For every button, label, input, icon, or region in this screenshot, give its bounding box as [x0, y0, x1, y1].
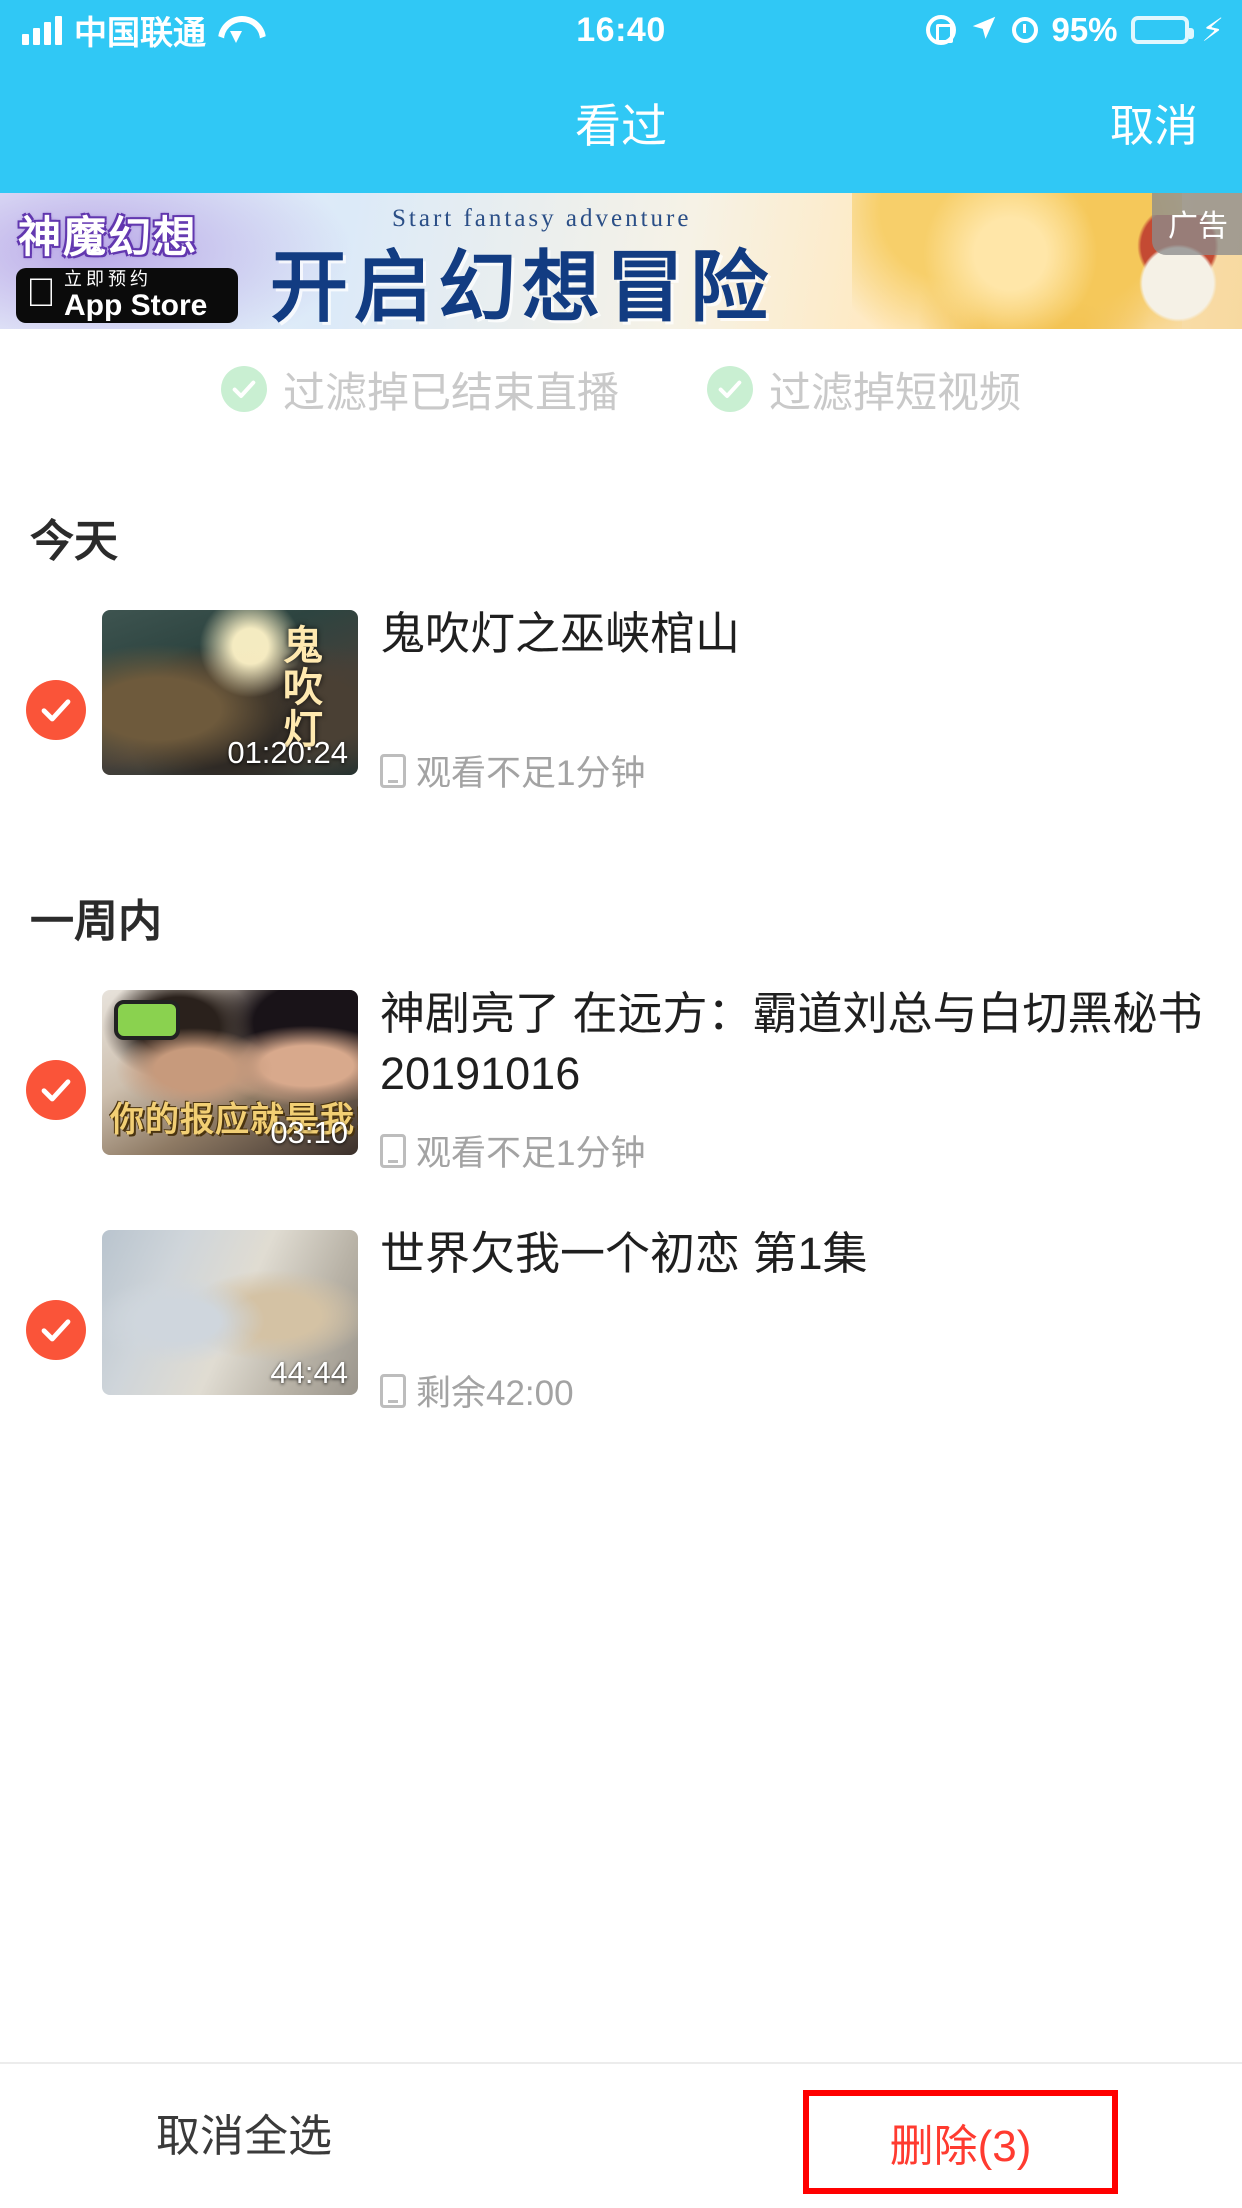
app-screen: 中国联通 16:40 95% ⚡ 看过 取消 神魔幻想 Start fantas… [0, 0, 1242, 2208]
filter-hide-short-video[interactable]: 过滤掉短视频 [707, 359, 1021, 420]
device-icon [380, 1133, 406, 1168]
row-select-checkbox[interactable] [26, 1060, 86, 1120]
apple-logo-icon:  [26, 273, 56, 313]
section-header-today: 今天 [30, 517, 118, 566]
alarm-icon [1012, 17, 1039, 43]
video-title: 世界欠我一个初恋 第1集 [380, 1228, 868, 1279]
filter-hide-ended-live[interactable]: 过滤掉已结束直播 [220, 359, 619, 420]
status-bar: 中国联通 16:40 95% ⚡ [0, 0, 1242, 60]
battery-icon [1130, 16, 1194, 44]
navigation-bar: 看过 取消 [0, 60, 1242, 193]
video-progress-meta: 观看不足1分钟 [380, 1125, 645, 1176]
charging-bolt-icon: ⚡ [1201, 12, 1224, 48]
check-circle-icon [707, 366, 753, 412]
video-thumbnail[interactable]: 44:44 [102, 1230, 358, 1395]
video-duration-label: 44:44 [270, 1355, 348, 1390]
section-header-this-week: 一周内 [30, 897, 162, 946]
filter-label: 过滤掉已结束直播 [282, 368, 619, 416]
video-progress-meta: 剩余42:00 [380, 1365, 574, 1416]
cancel-button[interactable]: 取消 [1110, 60, 1198, 193]
rotation-lock-icon [926, 15, 957, 45]
appstore-preorder-label: 立即预约 [34, 269, 148, 289]
video-progress-meta: 观看不足1分钟 [380, 745, 645, 796]
history-row-2[interactable]: 你的报应就是我! 03:10 神剧亮了 在远方：霸道刘总与白切黑秘书 20191… [0, 988, 1242, 1200]
device-icon [380, 753, 406, 788]
status-bar-right: 95% ⚡ [926, 11, 1224, 49]
video-progress-label: 观看不足1分钟 [416, 754, 646, 793]
history-row-3[interactable]: 44:44 世界欠我一个初恋 第1集 剩余42:00 [0, 1228, 1242, 1440]
appstore-badge-button[interactable]:  立即预约 App Store [16, 268, 238, 323]
deselect-all-button[interactable]: 取消全选 [156, 2064, 332, 2208]
appstore-label: App Store [34, 289, 207, 322]
bottom-action-bar: 取消全选 删除(3) [0, 2062, 1242, 2208]
ad-banner[interactable]: 神魔幻想 Start fantasy adventure 开启幻想冒险  立即… [0, 193, 1242, 329]
ad-game-logo: 神魔幻想 [18, 213, 198, 263]
video-duration-label: 01:20:24 [227, 735, 348, 770]
video-duration-label: 03:10 [270, 1115, 348, 1150]
history-row-1[interactable]: 01:20:24 鬼吹灯之巫峡棺山 观看不足1分钟 [0, 608, 1242, 820]
check-circle-icon [220, 366, 267, 412]
location-arrow-icon [969, 13, 999, 48]
video-thumbnail[interactable]: 01:20:24 [102, 610, 358, 775]
battery-percent-label: 95% [1051, 11, 1118, 48]
thumbnail-sticker [114, 1000, 180, 1040]
video-thumbnail[interactable]: 你的报应就是我! 03:10 [102, 990, 358, 1155]
page-title: 看过 [575, 100, 667, 152]
ad-headline: 开启幻想冒险 [270, 243, 775, 329]
filter-label: 过滤掉短视频 [769, 368, 1022, 416]
video-progress-label: 剩余42:00 [416, 1374, 574, 1413]
delete-button[interactable]: 删除(3) [803, 2090, 1118, 2194]
video-progress-label: 观看不足1分钟 [416, 1134, 646, 1173]
video-title: 鬼吹灯之巫峡棺山 [380, 608, 741, 659]
filter-row: 过滤掉已结束直播 过滤掉短视频 [0, 329, 1242, 449]
device-icon [380, 1373, 406, 1408]
video-title: 神剧亮了 在远方：霸道刘总与白切黑秘书 20191016 [380, 988, 1203, 1099]
row-select-checkbox[interactable] [26, 1300, 86, 1360]
row-select-checkbox[interactable] [26, 680, 86, 740]
ad-label-badge: 广告 [1152, 193, 1242, 255]
